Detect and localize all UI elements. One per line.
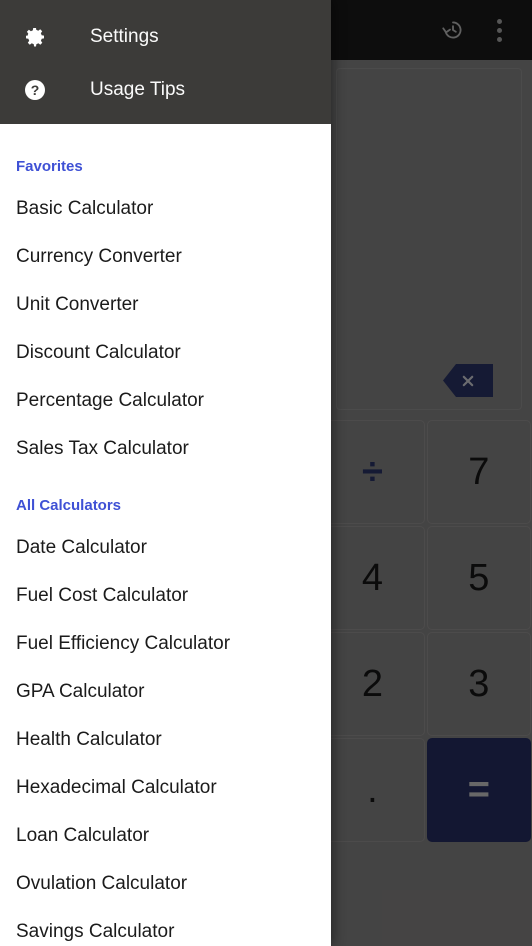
drawer-item-settings[interactable]: Settings — [0, 10, 331, 63]
key-5[interactable]: 5 — [426, 526, 531, 630]
nav-item-fuel-efficiency-calculator[interactable]: Fuel Efficiency Calculator — [0, 620, 331, 668]
nav-item-basic-calculator[interactable]: Basic Calculator — [0, 185, 331, 233]
section-title-favorites: Favorites — [16, 158, 83, 175]
navigation-drawer: Settings ? Usage Tips Favorites Basic Cal… — [0, 0, 331, 946]
svg-text:?: ? — [31, 82, 40, 98]
nav-item-currency-converter[interactable]: Currency Converter — [0, 233, 331, 281]
history-icon[interactable] — [430, 7, 476, 53]
key-7[interactable]: 7 — [426, 420, 531, 524]
key-÷[interactable]: ÷ — [320, 420, 425, 524]
drawer-item-usage-tips[interactable]: ? Usage Tips — [0, 63, 331, 116]
backspace-icon[interactable] — [443, 364, 493, 397]
key-4[interactable]: 4 — [320, 526, 425, 630]
key-3[interactable]: 3 — [426, 632, 531, 736]
key-.[interactable]: . — [320, 738, 425, 842]
nav-item-discount-calculator[interactable]: Discount Calculator — [0, 329, 331, 377]
gear-icon — [18, 25, 52, 49]
nav-item-fuel-cost-calculator[interactable]: Fuel Cost Calculator — [0, 572, 331, 620]
nav-item-percentage-calculator[interactable]: Percentage Calculator — [0, 377, 331, 425]
section-title-all-calculators: All Calculators — [16, 497, 122, 514]
key-2[interactable]: 2 — [320, 632, 425, 736]
nav-item-gpa-calculator[interactable]: GPA Calculator — [0, 668, 331, 716]
nav-item-unit-converter[interactable]: Unit Converter — [0, 281, 331, 329]
help-circle-icon: ? — [18, 78, 52, 102]
calculator-app-screen: C( )%÷789×456−123++/−0.= Settings ? — [0, 0, 532, 946]
drawer-list[interactable]: Favorites Basic Calculator Currency Conver… — [0, 124, 331, 946]
nav-item-hexadecimal-calculator[interactable]: Hexadecimal Calculator — [0, 764, 331, 812]
key-=[interactable]: = — [426, 738, 531, 842]
nav-item-sales-tax-calculator[interactable]: Sales Tax Calculator — [0, 425, 331, 473]
calculator-display — [336, 68, 522, 410]
drawer-item-label: Settings — [90, 25, 159, 47]
nav-item-date-calculator[interactable]: Date Calculator — [0, 524, 331, 572]
nav-item-health-calculator[interactable]: Health Calculator — [0, 716, 331, 764]
overflow-dots — [496, 18, 502, 42]
more-vert-icon[interactable] — [476, 7, 522, 53]
nav-item-savings-calculator[interactable]: Savings Calculator — [0, 908, 331, 946]
nav-item-ovulation-calculator[interactable]: Ovulation Calculator — [0, 860, 331, 908]
drawer-header: Settings ? Usage Tips — [0, 0, 331, 124]
drawer-item-label: Usage Tips — [90, 78, 186, 100]
nav-item-loan-calculator[interactable]: Loan Calculator — [0, 812, 331, 860]
